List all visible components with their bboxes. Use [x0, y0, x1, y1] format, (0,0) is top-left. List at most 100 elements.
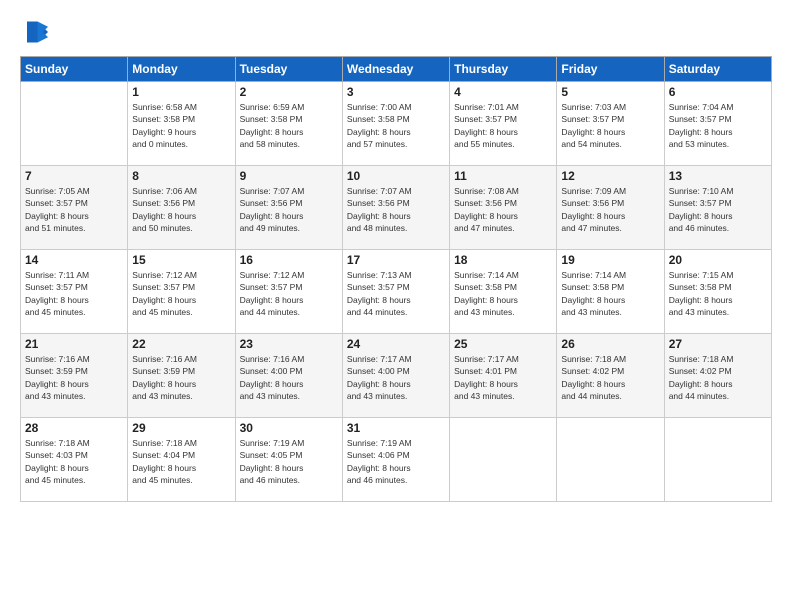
day-number: 27 — [669, 337, 767, 351]
day-number: 13 — [669, 169, 767, 183]
day-number: 7 — [25, 169, 123, 183]
weekday-header: Sunday — [21, 57, 128, 82]
day-info: Sunrise: 7:07 AM Sunset: 3:56 PM Dayligh… — [347, 185, 445, 234]
day-info: Sunrise: 7:01 AM Sunset: 3:57 PM Dayligh… — [454, 101, 552, 150]
day-info: Sunrise: 7:00 AM Sunset: 3:58 PM Dayligh… — [347, 101, 445, 150]
day-number: 31 — [347, 421, 445, 435]
day-number: 18 — [454, 253, 552, 267]
calendar-cell: 11 Sunrise: 7:08 AM Sunset: 3:56 PM Dayli… — [450, 166, 557, 250]
day-number: 25 — [454, 337, 552, 351]
day-number: 24 — [347, 337, 445, 351]
header-row: SundayMondayTuesdayWednesdayThursdayFrid… — [21, 57, 772, 82]
page: SundayMondayTuesdayWednesdayThursdayFrid… — [0, 0, 792, 612]
weekday-header: Saturday — [664, 57, 771, 82]
calendar-cell: 21 Sunrise: 7:16 AM Sunset: 3:59 PM Dayli… — [21, 334, 128, 418]
day-info: Sunrise: 6:59 AM Sunset: 3:58 PM Dayligh… — [240, 101, 338, 150]
calendar-week-row: 1Sunrise: 6:58 AM Sunset: 3:58 PM Daylig… — [21, 82, 772, 166]
day-number: 28 — [25, 421, 123, 435]
calendar-cell: 23 Sunrise: 7:16 AM Sunset: 4:00 PM Dayli… — [235, 334, 342, 418]
calendar-cell: 2 Sunrise: 6:59 AM Sunset: 3:58 PM Daylig… — [235, 82, 342, 166]
calendar-cell: 16 Sunrise: 7:12 AM Sunset: 3:57 PM Dayli… — [235, 250, 342, 334]
calendar-cell: 29 Sunrise: 7:18 AM Sunset: 4:04 PM Dayli… — [128, 418, 235, 502]
calendar-cell: 24 Sunrise: 7:17 AM Sunset: 4:00 PM Dayli… — [342, 334, 449, 418]
calendar-week-row: 21 Sunrise: 7:16 AM Sunset: 3:59 PM Dayli… — [21, 334, 772, 418]
day-info: Sunrise: 7:13 AM Sunset: 3:57 PM Dayligh… — [347, 269, 445, 318]
calendar-cell: 8Sunrise: 7:06 AM Sunset: 3:56 PM Daylig… — [128, 166, 235, 250]
day-number: 9 — [240, 169, 338, 183]
calendar-cell — [664, 418, 771, 502]
day-number: 19 — [561, 253, 659, 267]
day-number: 3 — [347, 85, 445, 99]
calendar-cell: 18 Sunrise: 7:14 AM Sunset: 3:58 PM Dayli… — [450, 250, 557, 334]
day-info: Sunrise: 7:19 AM Sunset: 4:06 PM Dayligh… — [347, 437, 445, 486]
day-info: Sunrise: 7:05 AM Sunset: 3:57 PM Dayligh… — [25, 185, 123, 234]
day-info: Sunrise: 7:11 AM Sunset: 3:57 PM Dayligh… — [25, 269, 123, 318]
calendar-cell: 14Sunrise: 7:11 AM Sunset: 3:57 PM Dayli… — [21, 250, 128, 334]
day-number: 5 — [561, 85, 659, 99]
day-info: Sunrise: 7:18 AM Sunset: 4:04 PM Dayligh… — [132, 437, 230, 486]
day-info: Sunrise: 7:12 AM Sunset: 3:57 PM Dayligh… — [132, 269, 230, 318]
day-info: Sunrise: 7:18 AM Sunset: 4:02 PM Dayligh… — [561, 353, 659, 402]
calendar-cell: 4Sunrise: 7:01 AM Sunset: 3:57 PM Daylig… — [450, 82, 557, 166]
day-info: Sunrise: 7:18 AM Sunset: 4:02 PM Dayligh… — [669, 353, 767, 402]
day-info: Sunrise: 7:14 AM Sunset: 3:58 PM Dayligh… — [454, 269, 552, 318]
weekday-header: Wednesday — [342, 57, 449, 82]
day-number: 26 — [561, 337, 659, 351]
day-info: Sunrise: 7:18 AM Sunset: 4:03 PM Dayligh… — [25, 437, 123, 486]
day-info: Sunrise: 7:16 AM Sunset: 3:59 PM Dayligh… — [25, 353, 123, 402]
calendar-cell: 22Sunrise: 7:16 AM Sunset: 3:59 PM Dayli… — [128, 334, 235, 418]
day-number: 21 — [25, 337, 123, 351]
weekday-header: Monday — [128, 57, 235, 82]
header — [20, 18, 772, 46]
day-info: Sunrise: 7:12 AM Sunset: 3:57 PM Dayligh… — [240, 269, 338, 318]
weekday-header: Thursday — [450, 57, 557, 82]
day-number: 30 — [240, 421, 338, 435]
calendar-cell: 9 Sunrise: 7:07 AM Sunset: 3:56 PM Daylig… — [235, 166, 342, 250]
day-number: 10 — [347, 169, 445, 183]
calendar-cell: 13 Sunrise: 7:10 AM Sunset: 3:57 PM Dayli… — [664, 166, 771, 250]
day-info: Sunrise: 7:16 AM Sunset: 4:00 PM Dayligh… — [240, 353, 338, 402]
calendar-cell: 26 Sunrise: 7:18 AM Sunset: 4:02 PM Dayli… — [557, 334, 664, 418]
logo — [20, 18, 52, 46]
calendar-week-row: 7 Sunrise: 7:05 AM Sunset: 3:57 PM Daylig… — [21, 166, 772, 250]
calendar-cell: 28 Sunrise: 7:18 AM Sunset: 4:03 PM Dayli… — [21, 418, 128, 502]
day-info: Sunrise: 7:19 AM Sunset: 4:05 PM Dayligh… — [240, 437, 338, 486]
logo-icon — [20, 18, 48, 46]
calendar-cell: 6Sunrise: 7:04 AM Sunset: 3:57 PM Daylig… — [664, 82, 771, 166]
weekday-header: Friday — [557, 57, 664, 82]
day-info: Sunrise: 7:17 AM Sunset: 4:01 PM Dayligh… — [454, 353, 552, 402]
day-number: 11 — [454, 169, 552, 183]
day-number: 1 — [132, 85, 230, 99]
day-number: 12 — [561, 169, 659, 183]
calendar-cell: 20Sunrise: 7:15 AM Sunset: 3:58 PM Dayli… — [664, 250, 771, 334]
calendar-cell: 31 Sunrise: 7:19 AM Sunset: 4:06 PM Dayli… — [342, 418, 449, 502]
calendar-cell: 15Sunrise: 7:12 AM Sunset: 3:57 PM Dayli… — [128, 250, 235, 334]
calendar-week-row: 28 Sunrise: 7:18 AM Sunset: 4:03 PM Dayli… — [21, 418, 772, 502]
weekday-header: Tuesday — [235, 57, 342, 82]
calendar-cell: 12 Sunrise: 7:09 AM Sunset: 3:56 PM Dayli… — [557, 166, 664, 250]
calendar-cell: 25 Sunrise: 7:17 AM Sunset: 4:01 PM Dayli… — [450, 334, 557, 418]
calendar-cell — [557, 418, 664, 502]
calendar-cell: 10 Sunrise: 7:07 AM Sunset: 3:56 PM Dayli… — [342, 166, 449, 250]
day-info: Sunrise: 7:04 AM Sunset: 3:57 PM Dayligh… — [669, 101, 767, 150]
day-info: Sunrise: 7:09 AM Sunset: 3:56 PM Dayligh… — [561, 185, 659, 234]
day-info: Sunrise: 7:17 AM Sunset: 4:00 PM Dayligh… — [347, 353, 445, 402]
calendar-cell: 1Sunrise: 6:58 AM Sunset: 3:58 PM Daylig… — [128, 82, 235, 166]
day-info: Sunrise: 7:10 AM Sunset: 3:57 PM Dayligh… — [669, 185, 767, 234]
calendar-cell: 19Sunrise: 7:14 AM Sunset: 3:58 PM Dayli… — [557, 250, 664, 334]
day-info: Sunrise: 7:08 AM Sunset: 3:56 PM Dayligh… — [454, 185, 552, 234]
calendar-cell: 17 Sunrise: 7:13 AM Sunset: 3:57 PM Dayli… — [342, 250, 449, 334]
calendar-cell — [21, 82, 128, 166]
day-info: Sunrise: 7:07 AM Sunset: 3:56 PM Dayligh… — [240, 185, 338, 234]
day-number: 29 — [132, 421, 230, 435]
calendar-cell: 30 Sunrise: 7:19 AM Sunset: 4:05 PM Dayli… — [235, 418, 342, 502]
day-number: 23 — [240, 337, 338, 351]
day-info: Sunrise: 7:15 AM Sunset: 3:58 PM Dayligh… — [669, 269, 767, 318]
day-number: 17 — [347, 253, 445, 267]
day-number: 16 — [240, 253, 338, 267]
calendar-cell — [450, 418, 557, 502]
day-info: Sunrise: 7:06 AM Sunset: 3:56 PM Dayligh… — [132, 185, 230, 234]
calendar-week-row: 14Sunrise: 7:11 AM Sunset: 3:57 PM Dayli… — [21, 250, 772, 334]
calendar-cell: 27 Sunrise: 7:18 AM Sunset: 4:02 PM Dayli… — [664, 334, 771, 418]
day-number: 2 — [240, 85, 338, 99]
